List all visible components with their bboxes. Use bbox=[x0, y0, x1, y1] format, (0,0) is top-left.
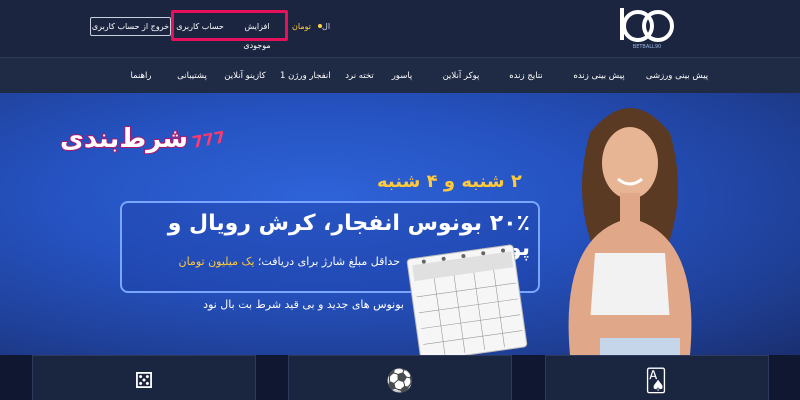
logout-button[interactable]: خروج از حساب کاربری bbox=[90, 17, 171, 36]
nav-item-guide[interactable]: راهنما bbox=[122, 58, 160, 94]
playing-cards-icon: 🂡 bbox=[644, 369, 668, 394]
hero-headline: ۲ شنبه و ۴ شنبه bbox=[377, 171, 522, 192]
nav-item-live-results[interactable]: نتایج زنده bbox=[496, 58, 556, 94]
deposit-button[interactable]: افزایش موجودی bbox=[230, 17, 284, 50]
promo-sub-main: حداقل مبلغ شارژ برای دریافت؛ bbox=[257, 255, 400, 268]
nav-item-pasur[interactable]: پاسور bbox=[382, 58, 422, 94]
nav-item-sports-betting[interactable]: پیش بینی ورزشی bbox=[638, 58, 716, 94]
brand-777-mark: 777 bbox=[190, 126, 227, 152]
nav-item-crash-v1[interactable]: انفجار ورژن 1 bbox=[280, 58, 331, 94]
calendar-illustration bbox=[406, 243, 528, 355]
soccer-ball-icon: ⚽ bbox=[386, 369, 414, 394]
nav-item-support[interactable]: پشتیبانی bbox=[172, 58, 212, 94]
promo-subtitle: حداقل مبلغ شارژ برای دریافت؛ یک میلیون ت… bbox=[130, 255, 401, 268]
site-logo[interactable]: BETBALL90 bbox=[612, 6, 682, 50]
model-illustration bbox=[568, 108, 692, 355]
logo-caption: BETBALL90 bbox=[633, 44, 661, 50]
hero-footnote: بونوس های جدید و بی قید شرط بت بال نود bbox=[203, 298, 404, 311]
balance-suffix: ال bbox=[322, 22, 331, 31]
nav-item-live-betting[interactable]: پیش بینی زنده bbox=[564, 58, 634, 94]
nav-item-online-poker[interactable]: پوکر آنلاین bbox=[430, 58, 492, 94]
brand-wordmark: شرط‌بندی bbox=[59, 123, 189, 155]
dice-icon: ⚄ bbox=[134, 369, 154, 394]
balance-currency: تومان bbox=[292, 22, 311, 31]
nav-item-backgammon[interactable]: تخته نرد bbox=[337, 58, 382, 94]
main-nav: پیش بینی ورزشی پیش بینی زنده نتایج زنده … bbox=[0, 57, 800, 93]
nav-item-online-casino[interactable]: کازینو آنلاین bbox=[212, 58, 278, 94]
account-button[interactable]: حساب کاربری bbox=[174, 17, 226, 36]
hero-banner[interactable]: شرط‌بندی 777 ۲ شنبه و ۴ شنبه ۲۰٪ بونوس ا… bbox=[0, 93, 800, 355]
brand-logo: شرط‌بندی 777 bbox=[59, 121, 227, 157]
promo-sub-accent: یک میلیون تومان bbox=[178, 255, 255, 268]
